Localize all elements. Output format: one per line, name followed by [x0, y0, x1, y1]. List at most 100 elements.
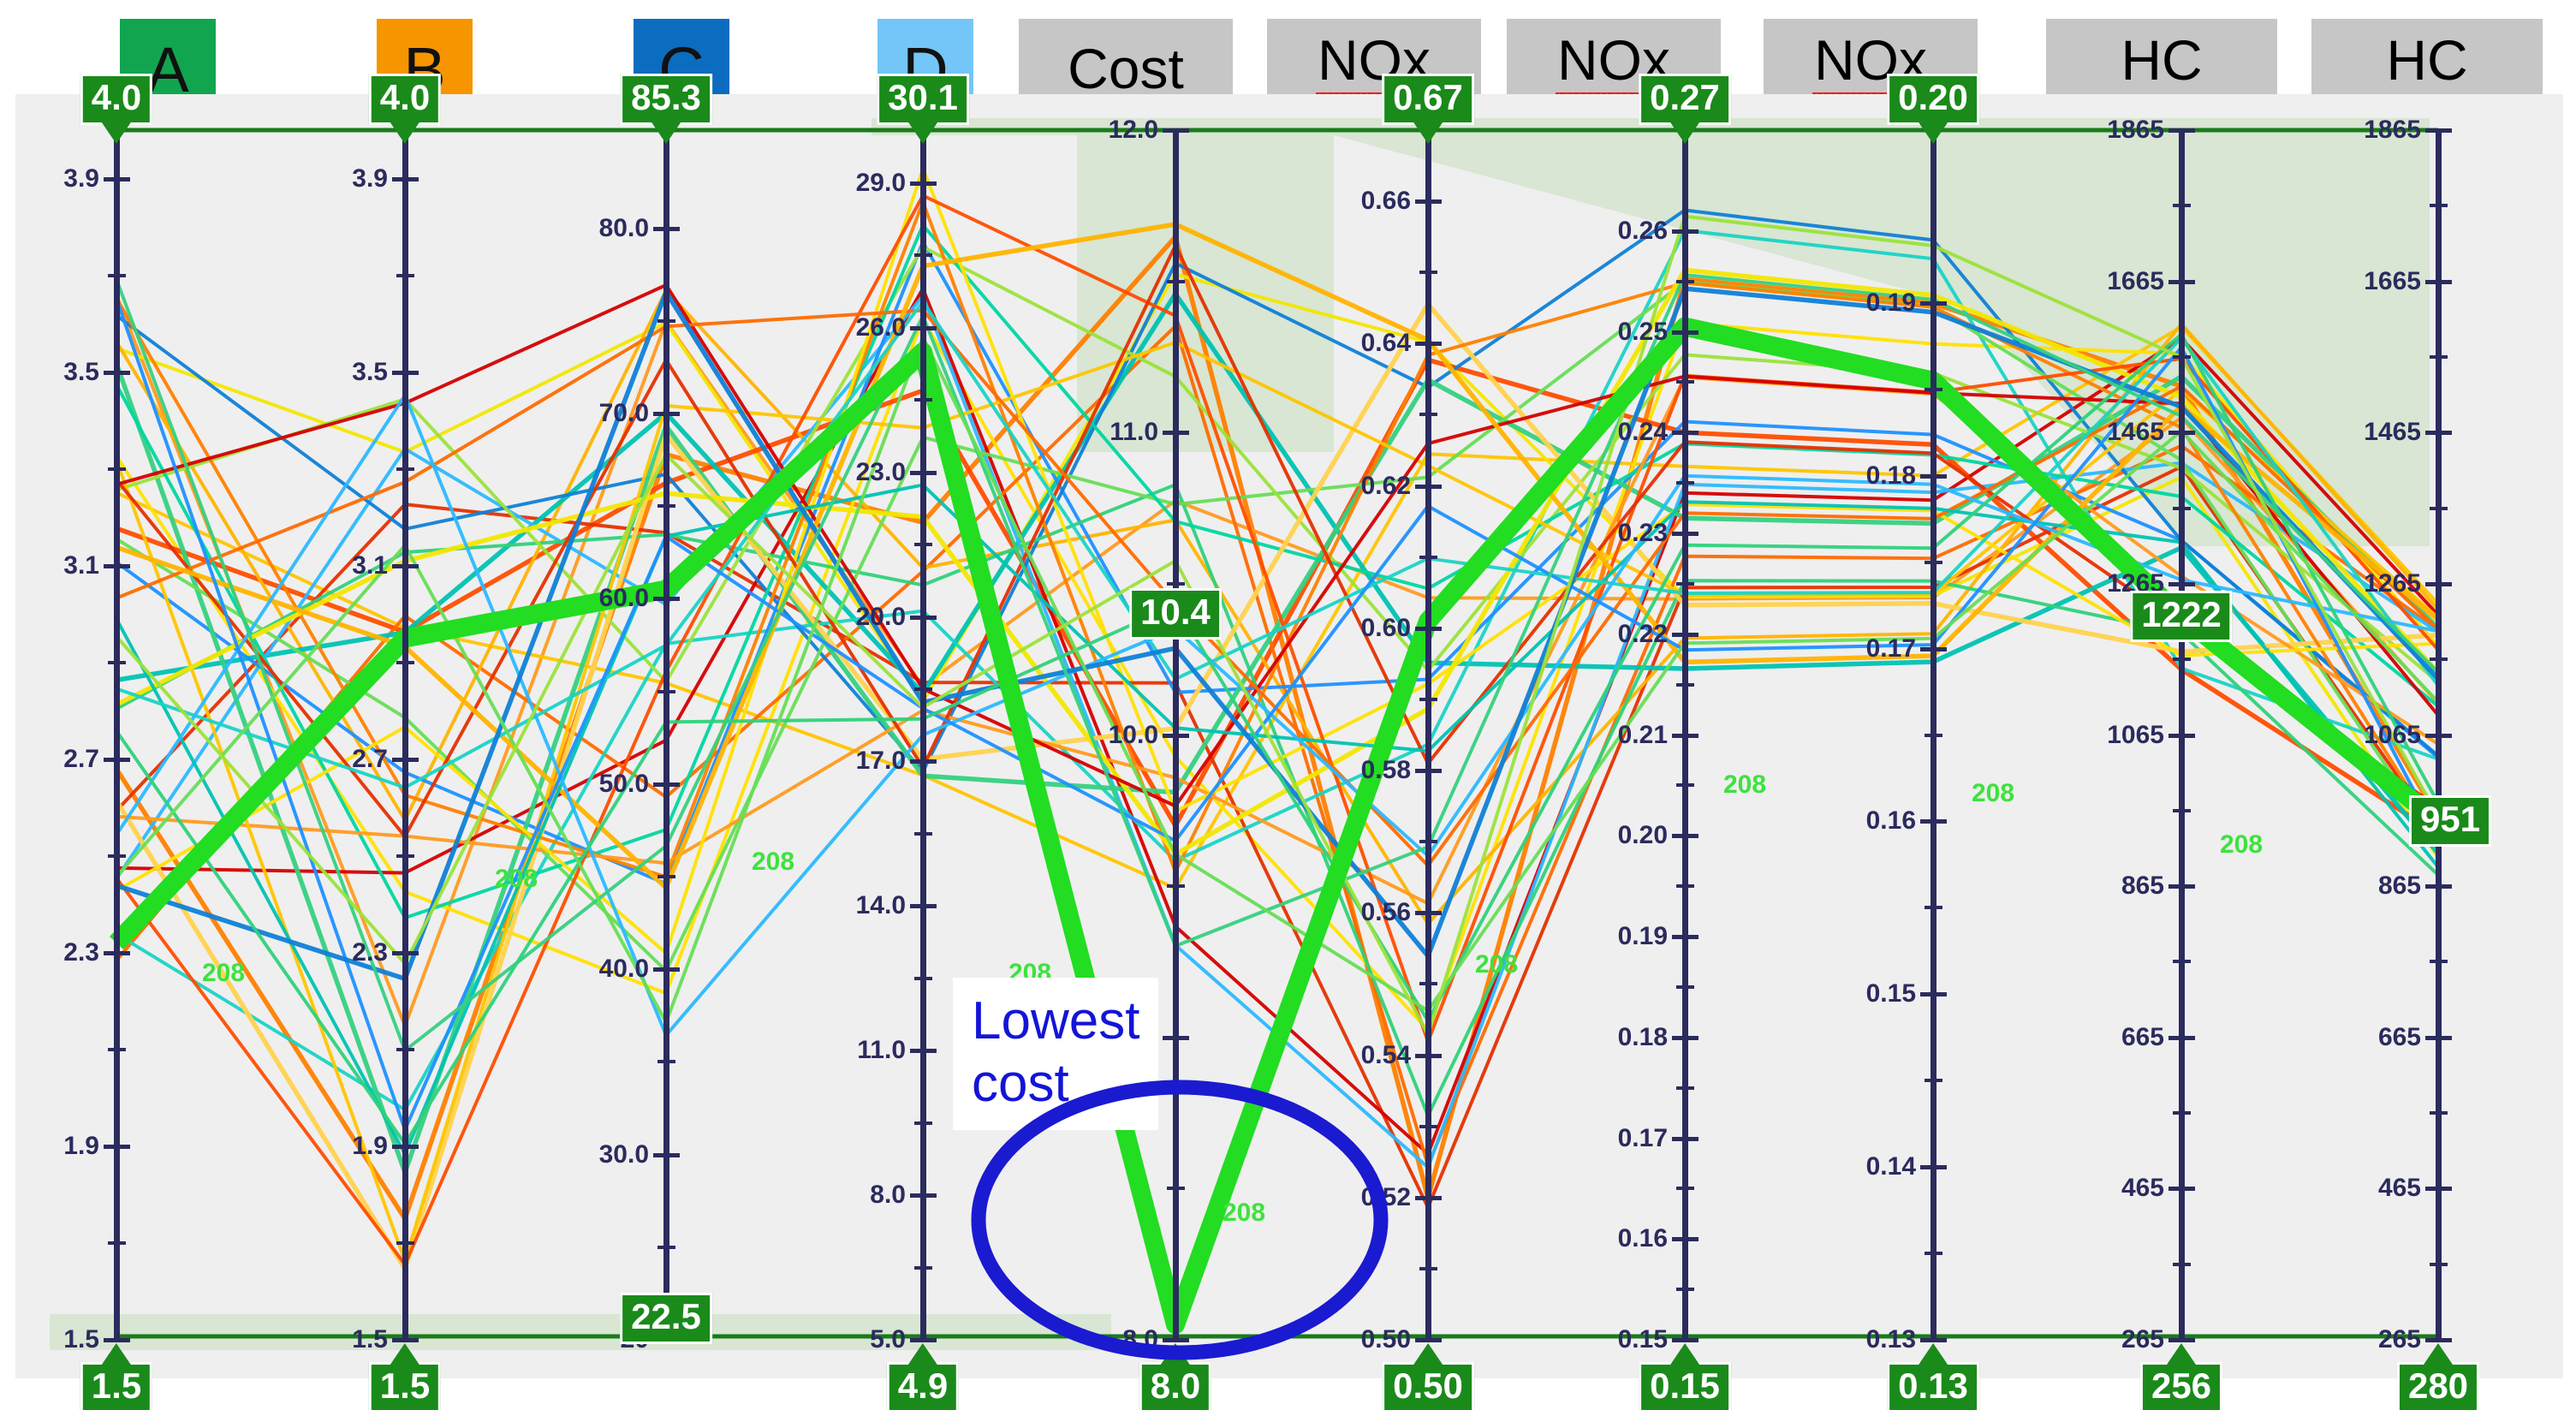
top-value-flag-6[interactable]: 0.67 — [1382, 74, 1474, 145]
top-value-flag-hc-mode5[interactable]: 951 — [2408, 795, 2492, 848]
axis-tick-label: 465 — [2377, 1174, 2421, 1203]
axis-minor-tick — [2173, 506, 2191, 510]
axis-tick — [1163, 1035, 1189, 1040]
flag-pointer-icon — [101, 122, 131, 145]
axis-tick — [1672, 1237, 1698, 1242]
axis-tick — [1672, 1035, 1698, 1040]
flag-value: 256 — [2151, 1365, 2212, 1406]
top-value-flag-7[interactable]: 0.27 — [1639, 74, 1731, 145]
axis-minor-tick — [1676, 279, 1694, 283]
axis-tick-label: 11.0 — [857, 1036, 906, 1065]
bottom-value-flag-2[interactable]: 1.5 — [368, 1343, 442, 1410]
axis-tick — [2168, 733, 2195, 738]
parallel-coordinates-screenshot: ABCD CostNOxPos1NOxPos2NOxPos3HCmode4HCm… — [0, 0, 2576, 1410]
plot-area[interactable]: 3.9 3.5 3.1 2.7 2.3 1.9 1.5 3.9 3.5 3.1 2.7 2.3 1.9 1… — [15, 74, 2563, 1410]
bottom-value-flag-4[interactable]: 4.9 — [886, 1343, 960, 1410]
axis-line-1[interactable] — [114, 130, 120, 1340]
bottom-value-flag-5[interactable]: 8.0 — [1139, 1343, 1212, 1410]
axis-tick-label: 1865 — [2364, 116, 2421, 144]
axis-line-3[interactable] — [663, 130, 669, 1340]
top-value-flag-2[interactable]: 4.0 — [368, 74, 442, 145]
flag-pointer-icon — [1160, 1343, 1190, 1365]
axis-tick-label: 3.5 — [352, 357, 388, 386]
axis-tick — [2168, 1338, 2195, 1342]
axis-tick — [104, 757, 130, 762]
axis-tick-label: 0.58 — [1360, 756, 1411, 785]
top-value-flag-3[interactable]: 85.3 — [620, 74, 712, 145]
axis-tick-label: 17.0 — [855, 747, 906, 776]
axis-tick-label: 0.23 — [1617, 519, 1668, 547]
axis-minor-tick — [108, 660, 126, 664]
axis-tick — [2168, 1187, 2195, 1192]
axis-minor-tick — [2430, 354, 2448, 359]
axis-tick — [1672, 1136, 1698, 1141]
data-line[interactable] — [115, 341, 2440, 1263]
axis-tick — [1415, 626, 1442, 631]
axis-tick-label: 0.60 — [1360, 613, 1411, 642]
axis-tick-label: 8.0 — [1122, 1325, 1158, 1353]
axis-tick-label: 14.0 — [855, 891, 906, 920]
axis-tick-label: 3.9 — [352, 164, 388, 193]
highlight-record-label: 208 — [1223, 1199, 1266, 1227]
axis-tick — [653, 412, 680, 417]
bottom-value-flag-1[interactable]: 1.5 — [80, 1343, 153, 1410]
axis-tick — [653, 597, 680, 602]
axis-minor-tick — [1925, 560, 1942, 564]
highlight-record-label: 208 — [495, 865, 538, 893]
axis-minor-tick — [914, 398, 932, 402]
axis-tick — [2425, 581, 2452, 586]
bottom-value-flag-7[interactable]: 0.15 — [1639, 1343, 1731, 1410]
axis-minor-tick — [108, 1240, 126, 1245]
axis-line-4[interactable] — [920, 130, 926, 1340]
axis-tick-label: 665 — [2121, 1022, 2164, 1051]
axis-tick — [910, 1049, 937, 1054]
bottom-value-flag-9[interactable]: 256 — [2139, 1343, 2223, 1410]
flag-value: 4.0 — [379, 77, 431, 117]
axis-line-2[interactable] — [402, 130, 408, 1340]
top-value-flag-cost[interactable]: 10.4 — [1129, 588, 1222, 640]
axis-minor-tick — [1419, 413, 1437, 417]
data-line[interactable] — [115, 393, 2440, 1038]
axis-button-line-1: HC — [2386, 28, 2468, 92]
flag-value: 85.3 — [631, 77, 701, 117]
axis-tick — [910, 1338, 937, 1342]
axis-minor-tick — [2173, 808, 2191, 812]
flag-value: 0.27 — [1650, 77, 1720, 117]
axis-tick-label: 1.5 — [63, 1325, 99, 1353]
axis-minor-tick — [2430, 506, 2448, 510]
top-value-flag-hc-mode4[interactable]: 1222 — [2130, 590, 2233, 642]
axis-minor-tick — [1925, 733, 1942, 737]
bottom-value-flag-8[interactable]: 0.13 — [1887, 1343, 1979, 1410]
highlight-record-label: 208 — [2220, 830, 2264, 859]
axis-tick-label: 0.24 — [1617, 418, 1668, 447]
axis-tick — [1672, 229, 1698, 234]
axis-tick-label: 8.0 — [870, 1181, 906, 1210]
bottom-value-flag-3[interactable]: 22.5 — [620, 1293, 712, 1345]
axis-line-6[interactable] — [1425, 130, 1431, 1340]
axis-tick-label: 0.56 — [1360, 898, 1411, 927]
top-value-flag-8[interactable]: 0.20 — [1887, 74, 1979, 145]
top-value-flag-4[interactable]: 30.1 — [877, 74, 969, 145]
axis-tick — [1163, 1338, 1189, 1342]
axis-tick — [1920, 646, 1947, 651]
axis-tick — [1672, 532, 1698, 536]
axis-tick — [104, 1338, 130, 1342]
axis-tick — [392, 950, 419, 955]
axis-tick-label: 0.16 — [1865, 806, 1916, 836]
flag-pointer-icon — [1670, 1343, 1699, 1365]
axis-tick — [1415, 199, 1442, 205]
axis-minor-tick — [396, 467, 414, 471]
flag-pointer-icon — [390, 1343, 419, 1365]
axis-minor-tick — [1419, 1124, 1437, 1128]
bottom-value-flag-6[interactable]: 0.50 — [1382, 1343, 1474, 1410]
axis-tick-label: 0.13 — [1865, 1325, 1916, 1353]
axis-minor-tick — [2430, 657, 2448, 662]
bottom-value-flag-10[interactable]: 280 — [2396, 1343, 2480, 1410]
top-value-flag-1[interactable]: 4.0 — [80, 74, 153, 145]
data-line[interactable] — [115, 375, 2440, 906]
axis-minor-tick — [1676, 682, 1694, 687]
axis-tick — [910, 759, 937, 764]
axis-tick — [104, 563, 130, 568]
axis-tick — [2168, 884, 2195, 889]
flag-value: 1222 — [2141, 593, 2222, 634]
